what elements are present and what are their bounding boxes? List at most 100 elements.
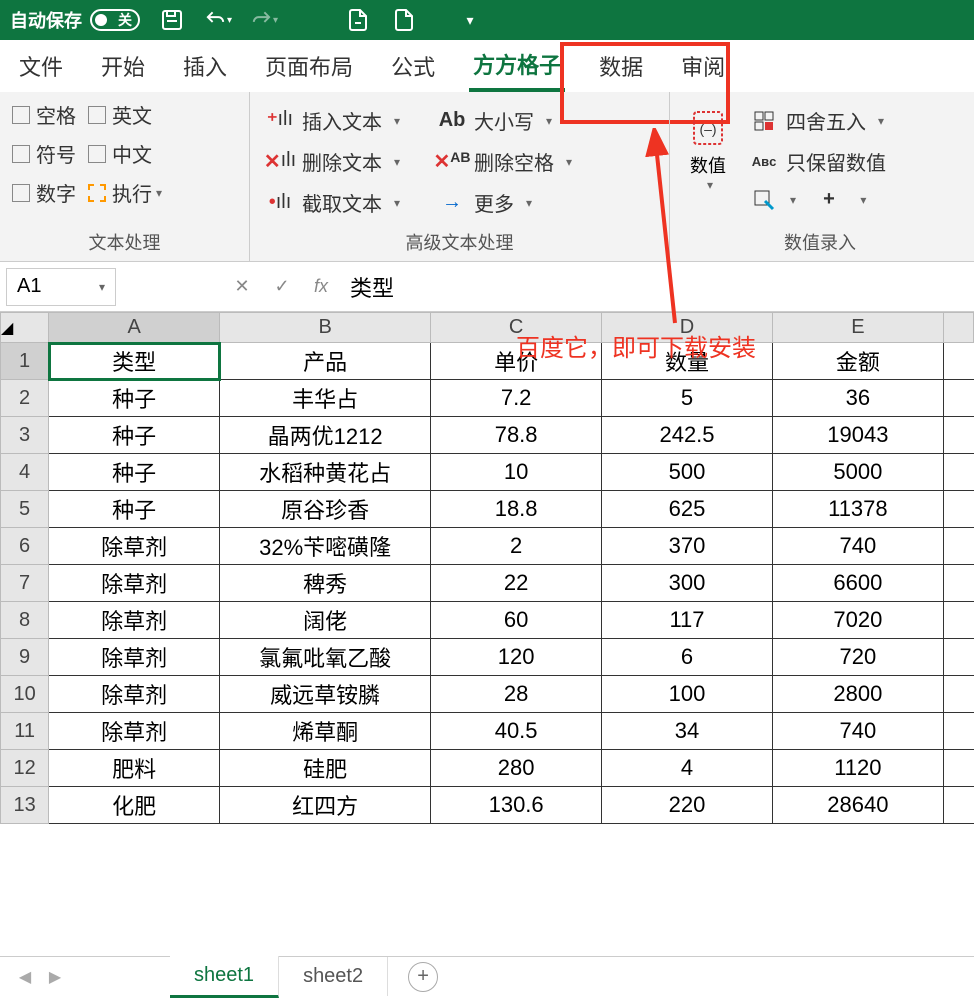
more-button[interactable]: →更多▾: [434, 182, 576, 223]
cell[interactable]: 6: [602, 639, 773, 676]
cell[interactable]: 红四方: [220, 787, 431, 824]
cell[interactable]: 1120: [772, 750, 943, 787]
tab-layout[interactable]: 页面布局: [261, 42, 357, 90]
cell[interactable]: 32%苄嘧磺隆: [220, 528, 431, 565]
cell[interactable]: 36: [772, 380, 943, 417]
row-header[interactable]: 6: [1, 528, 49, 565]
cell[interactable]: 34: [602, 713, 773, 750]
row-header[interactable]: 5: [1, 491, 49, 528]
name-box[interactable]: A1▾: [6, 268, 116, 306]
cell[interactable]: 4: [602, 750, 773, 787]
cell[interactable]: [943, 602, 973, 639]
customize-qat-icon[interactable]: ▾: [456, 6, 484, 34]
cell[interactable]: 除草剂: [49, 639, 220, 676]
tab-formulas[interactable]: 公式: [387, 42, 439, 90]
cell[interactable]: 晶两优1212: [220, 417, 431, 454]
row-header[interactable]: 7: [1, 565, 49, 602]
checkbox-english[interactable]: 英文: [88, 100, 152, 129]
row-header[interactable]: 12: [1, 750, 49, 787]
cell[interactable]: [943, 417, 973, 454]
cell[interactable]: 除草剂: [49, 676, 220, 713]
cell[interactable]: 除草剂: [49, 565, 220, 602]
cell[interactable]: 117: [602, 602, 773, 639]
toggle-switch[interactable]: 关: [90, 9, 140, 31]
cell[interactable]: 种子: [49, 380, 220, 417]
cell[interactable]: 300: [602, 565, 773, 602]
cell[interactable]: 500: [602, 454, 773, 491]
tab-fangfanggezi[interactable]: 方方格子: [469, 40, 565, 92]
cell[interactable]: 氯氟吡氧乙酸: [220, 639, 431, 676]
cell[interactable]: 7.2: [431, 380, 602, 417]
col-header-B[interactable]: B: [220, 313, 431, 343]
new-file-icon[interactable]: [390, 6, 418, 34]
plus-icon[interactable]: +: [823, 188, 835, 211]
checkbox-number[interactable]: 数字: [12, 178, 76, 207]
checkbox-space[interactable]: 空格: [12, 100, 76, 129]
cell[interactable]: 11378: [772, 491, 943, 528]
cell[interactable]: [943, 565, 973, 602]
file-icon[interactable]: [344, 6, 372, 34]
cell[interactable]: 种子: [49, 454, 220, 491]
cell[interactable]: 28: [431, 676, 602, 713]
row-header[interactable]: 4: [1, 454, 49, 491]
cell[interactable]: 7020: [772, 602, 943, 639]
cell[interactable]: 60: [431, 602, 602, 639]
cell[interactable]: [943, 491, 973, 528]
tab-data[interactable]: 数据: [595, 42, 647, 90]
cell[interactable]: 稗秀: [220, 565, 431, 602]
cell[interactable]: 18.8: [431, 491, 602, 528]
cell[interactable]: 120: [431, 639, 602, 676]
cell[interactable]: [943, 787, 973, 824]
cell[interactable]: 242.5: [602, 417, 773, 454]
add-sheet-button[interactable]: +: [408, 962, 438, 992]
col-header-F[interactable]: [943, 313, 973, 343]
formula-input[interactable]: [340, 268, 974, 306]
case-button[interactable]: Ab大小写▾: [434, 100, 576, 141]
col-header-E[interactable]: E: [772, 313, 943, 343]
row-header[interactable]: 9: [1, 639, 49, 676]
extract-text-button[interactable]: •ılı截取文本▾: [262, 182, 404, 223]
cell[interactable]: 280: [431, 750, 602, 787]
cell[interactable]: 40.5: [431, 713, 602, 750]
cell[interactable]: 产品: [220, 343, 431, 380]
cell[interactable]: [943, 380, 973, 417]
cell[interactable]: 5: [602, 380, 773, 417]
cancel-icon[interactable]: ✕: [222, 276, 262, 297]
keep-value-button[interactable]: Aʙc只保留数值: [746, 141, 890, 182]
cell[interactable]: 原谷珍香: [220, 491, 431, 528]
insert-text-button[interactable]: ⁺ılı插入文本▾: [262, 100, 404, 141]
round-button[interactable]: 四舍五入▾: [746, 100, 890, 141]
cell[interactable]: 2800: [772, 676, 943, 713]
cell[interactable]: 740: [772, 713, 943, 750]
sheet-tab-2[interactable]: sheet2: [279, 957, 388, 996]
tab-file[interactable]: 文件: [15, 42, 67, 90]
cell[interactable]: [943, 750, 973, 787]
cell[interactable]: 2: [431, 528, 602, 565]
save-icon[interactable]: [158, 6, 186, 34]
row-header[interactable]: 2: [1, 380, 49, 417]
row-header[interactable]: 3: [1, 417, 49, 454]
cell[interactable]: [943, 528, 973, 565]
col-header-A[interactable]: A: [49, 313, 220, 343]
sheet-nav-prev[interactable]: ◀: [10, 967, 40, 987]
row-header[interactable]: 13: [1, 787, 49, 824]
cell[interactable]: 水稻种黄花占: [220, 454, 431, 491]
cell[interactable]: 丰华占: [220, 380, 431, 417]
row-header[interactable]: 11: [1, 713, 49, 750]
cell[interactable]: 除草剂: [49, 528, 220, 565]
undo-icon[interactable]: ▾: [204, 6, 232, 34]
delete-space-button[interactable]: ✕AB删除空格▾: [434, 141, 576, 182]
cell[interactable]: 22: [431, 565, 602, 602]
cell[interactable]: 78.8: [431, 417, 602, 454]
cell[interactable]: 种子: [49, 491, 220, 528]
cell[interactable]: 370: [602, 528, 773, 565]
cell[interactable]: 威远草铵膦: [220, 676, 431, 713]
cell[interactable]: 625: [602, 491, 773, 528]
cell[interactable]: 硅肥: [220, 750, 431, 787]
row-header[interactable]: 10: [1, 676, 49, 713]
sheet-tab-1[interactable]: sheet1: [170, 956, 279, 998]
cell[interactable]: 烯草酮: [220, 713, 431, 750]
cell[interactable]: 740: [772, 528, 943, 565]
cell[interactable]: 种子: [49, 417, 220, 454]
cell[interactable]: 化肥: [49, 787, 220, 824]
